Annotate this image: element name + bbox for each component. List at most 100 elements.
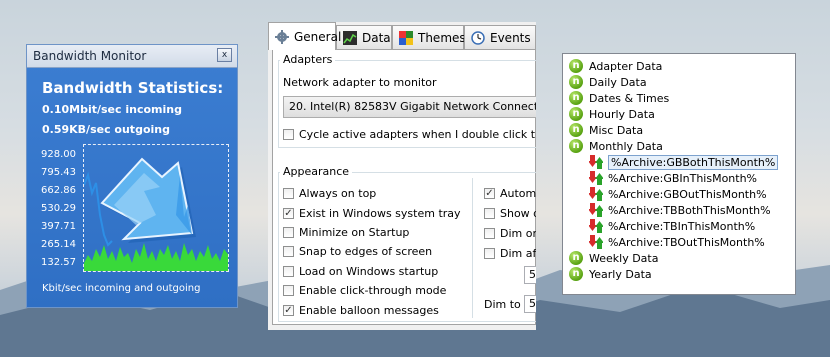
axis-tick: 530.29 — [41, 203, 76, 214]
axis-tick: 132.57 — [41, 257, 76, 268]
incoming-rate: 0.10Mbit/sec incoming — [42, 103, 182, 116]
automatic-checkbox[interactable]: ✓ Automa — [484, 187, 536, 200]
tree-item-monthly-data[interactable]: n Monthly Data — [569, 138, 663, 154]
n-icon: n — [569, 59, 583, 73]
checkbox-label: Exist in Windows system tray — [299, 207, 461, 220]
show-checkbox[interactable]: Show d — [484, 207, 536, 220]
data-tree-view[interactable]: n Adapter Data n Daily Data n Dates & Ti… — [562, 53, 796, 295]
n-icon: n — [569, 251, 583, 265]
arrows-icon — [588, 203, 604, 217]
adapter-monitor-label: Network adapter to monitor — [283, 76, 437, 89]
checkbox-label: Cycle active adapters when I double clic… — [299, 128, 536, 141]
checkbox-box[interactable] — [484, 248, 495, 259]
stats-heading: Bandwidth Statistics: — [42, 79, 224, 97]
checkbox-label: Snap to edges of screen — [299, 245, 433, 258]
checkbox-label: Dim on — [500, 227, 536, 240]
bandwidth-monitor-widget[interactable]: Bandwidth Monitor x Bandwidth Statistics… — [26, 44, 238, 308]
tree-item-label: Adapter Data — [589, 59, 663, 73]
axis-tick: 662.86 — [41, 185, 76, 196]
tree-item-label: Yearly Data — [589, 267, 652, 281]
checkbox-box[interactable]: ✓ — [484, 188, 495, 199]
arrows-icon — [588, 171, 604, 185]
checkbox-box[interactable] — [283, 246, 294, 257]
close-button[interactable]: x — [217, 48, 232, 62]
click-through-checkbox[interactable]: Enable click-through mode — [283, 284, 446, 297]
dim-after-spinner[interactable]: 5 — [524, 266, 536, 284]
chart-icon — [343, 30, 357, 45]
axis-tick: 397.71 — [41, 221, 76, 232]
balloon-messages-checkbox[interactable]: ✓ Enable balloon messages — [283, 304, 439, 317]
arrows-icon — [588, 235, 604, 249]
tree-item-gb-both[interactable]: %Archive:GBBothThisMonth% — [588, 154, 779, 170]
dim-after-checkbox[interactable]: Dim aft — [484, 247, 536, 260]
tree-item-label: Monthly Data — [589, 139, 663, 153]
tree-item-adapter-data[interactable]: n Adapter Data — [569, 58, 662, 74]
dim-on-checkbox[interactable]: Dim on — [484, 227, 536, 240]
snap-edges-checkbox[interactable]: Snap to edges of screen — [283, 245, 432, 258]
arrows-icon — [588, 155, 604, 169]
arrows-icon — [588, 219, 604, 233]
checkbox-box[interactable]: ✓ — [283, 208, 294, 219]
system-tray-checkbox[interactable]: ✓ Exist in Windows system tray — [283, 207, 461, 220]
themes-icon — [399, 30, 413, 45]
tree-item-tb-both[interactable]: %Archive:TBBothThisMonth% — [588, 202, 771, 218]
cycle-adapters-checkbox[interactable]: Cycle active adapters when I double clic… — [283, 128, 536, 141]
n-icon: n — [569, 107, 583, 121]
tab-data[interactable]: Data — [336, 25, 392, 49]
tab-events[interactable]: Events — [464, 25, 536, 49]
checkbox-box[interactable] — [484, 208, 495, 219]
checkbox-label: Show d — [500, 207, 536, 220]
checkbox-label: Always on top — [299, 187, 377, 200]
load-startup-checkbox[interactable]: Load on Windows startup — [283, 265, 438, 278]
checkbox-label: Minimize on Startup — [299, 226, 410, 239]
settings-dialog: General Data Themes Events Adapters Netw… — [268, 22, 536, 330]
checkbox-box[interactable] — [283, 188, 294, 199]
always-on-top-checkbox[interactable]: Always on top — [283, 187, 376, 200]
tree-item-label: Weekly Data — [589, 251, 659, 265]
checkbox-label: Load on Windows startup — [299, 265, 439, 278]
tree-item-label: Misc Data — [589, 123, 644, 137]
adapter-select[interactable]: 20. Intel(R) 82583V Gigabit Network Conn… — [283, 96, 536, 118]
tree-item-misc-data[interactable]: n Misc Data — [569, 122, 643, 138]
widget-titlebar[interactable]: Bandwidth Monitor x — [27, 45, 237, 68]
axis-tick: 795.43 — [41, 167, 76, 178]
tree-item-hourly-data[interactable]: n Hourly Data — [569, 106, 655, 122]
tree-item-tb-in[interactable]: %Archive:TBInThisMonth% — [588, 218, 756, 234]
tree-item-tb-out[interactable]: %Archive:TBOutThisMonth% — [588, 234, 765, 250]
dim-to-label: Dim to — [484, 298, 521, 311]
n-icon: n — [569, 91, 583, 105]
appearance-group-label: Appearance — [280, 165, 353, 178]
n-icon: n — [569, 139, 583, 153]
checkbox-box[interactable] — [283, 266, 294, 277]
checkbox-label: Enable balloon messages — [299, 304, 439, 317]
tree-item-gb-in[interactable]: %Archive:GBInThisMonth% — [588, 170, 757, 186]
checkbox-box[interactable] — [283, 129, 294, 140]
column-divider — [472, 178, 473, 318]
tree-item-yearly-data[interactable]: n Yearly Data — [569, 266, 652, 282]
tree-item-dates-times[interactable]: n Dates & Times — [569, 90, 669, 106]
tree-item-daily-data[interactable]: n Daily Data — [569, 74, 647, 90]
checkbox-box[interactable] — [283, 227, 294, 238]
tree-item-gb-out[interactable]: %Archive:GBOutThisMonth% — [588, 186, 767, 202]
tree-item-label: %Archive:TBOutThisMonth% — [608, 235, 765, 249]
axis-tick: 928.00 — [41, 149, 76, 160]
tree-item-label: Hourly Data — [589, 107, 655, 121]
widget-title: Bandwidth Monitor — [33, 49, 147, 63]
graph-caption: Kbit/sec incoming and outgoing — [42, 283, 201, 294]
axis-tick: 265.14 — [41, 239, 76, 250]
tab-strip: General Data Themes Events — [268, 22, 536, 50]
bandwidth-graph — [83, 144, 229, 272]
checkbox-box[interactable] — [283, 285, 294, 296]
checkbox-box[interactable] — [484, 228, 495, 239]
tree-item-label: %Archive:GBOutThisMonth% — [608, 187, 767, 201]
checkbox-box[interactable]: ✓ — [283, 305, 294, 316]
tab-general[interactable]: General — [268, 22, 341, 50]
minimize-startup-checkbox[interactable]: Minimize on Startup — [283, 226, 409, 239]
tree-item-label: Daily Data — [589, 75, 647, 89]
tab-themes[interactable]: Themes — [392, 25, 466, 49]
checkbox-label: Enable click-through mode — [299, 284, 447, 297]
tree-item-label: %Archive:TBInThisMonth% — [608, 219, 756, 233]
adapters-group-label: Adapters — [280, 53, 336, 66]
tree-item-weekly-data[interactable]: n Weekly Data — [569, 250, 658, 266]
dim-to-spinner[interactable]: 50 — [524, 295, 536, 313]
